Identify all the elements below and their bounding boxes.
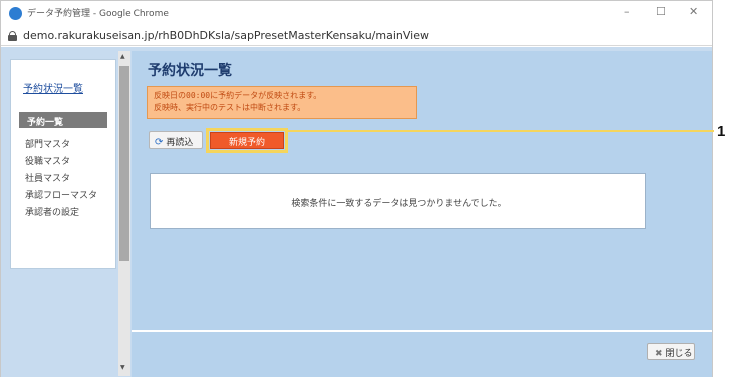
close-button[interactable]: ✖ 閉じる — [647, 343, 695, 360]
sidebar-item-department-master[interactable]: 部門マスタ — [25, 137, 70, 150]
callout-line — [287, 130, 714, 132]
browser-window: データ予約管理 - Google Chrome – ☐ ✕ demo.rakur… — [0, 0, 713, 377]
url-text[interactable]: demo.rakurakuseisan.jp/rhB0DhDKsla/sapPr… — [23, 29, 429, 42]
reload-button-label: 再読込 — [166, 138, 194, 148]
reload-button[interactable]: ⟳ 再読込 — [149, 131, 203, 149]
scroll-up-icon[interactable]: ▲ — [120, 53, 125, 60]
notice-line: 反映日の00:00に予約データが反映されます。 — [154, 91, 322, 100]
title-bar: データ予約管理 - Google Chrome – ☐ ✕ — [1, 1, 712, 26]
close-button-label: 閉じる — [665, 349, 693, 359]
sidebar-section-header: 予約一覧 — [19, 112, 107, 128]
minimize-icon[interactable]: – — [624, 5, 630, 18]
notice-line: 反映時、実行中のテストは中断されます。 — [154, 103, 306, 112]
notice-box: 反映日の00:00に予約データが反映されます。 反映時、実行中のテストは中断され… — [147, 86, 417, 119]
close-window-icon[interactable]: ✕ — [689, 5, 698, 18]
callout-number: 1 — [717, 123, 726, 140]
page-title: 予約状況一覧 — [148, 63, 232, 79]
footer-divider — [132, 330, 712, 332]
sidebar-item-position-master[interactable]: 役職マスタ — [25, 154, 70, 167]
sidebar-link-reservation-status[interactable]: 予約状況一覧 — [23, 80, 83, 95]
window-title: データ予約管理 - Google Chrome — [27, 9, 169, 19]
empty-result-message: 検索条件に一致するデータは見つかりませんでした。 — [291, 199, 507, 209]
sidebar-item-approver-settings[interactable]: 承認者の設定 — [25, 205, 79, 218]
refresh-icon: ⟳ — [155, 137, 164, 148]
close-icon: ✖ — [655, 349, 663, 359]
scroll-down-icon[interactable]: ▼ — [120, 364, 125, 371]
highlight-frame: 新規予約 — [206, 128, 288, 153]
results-panel: 検索条件に一致するデータは見つかりませんでした。 — [150, 173, 646, 229]
sidebar: 予約状況一覧 予約一覧 部門マスタ 役職マスタ 社員マスタ 承認フローマスタ 承… — [10, 59, 116, 269]
sidebar-item-approval-flow-master[interactable]: 承認フローマスタ — [25, 188, 97, 201]
scrollbar-thumb[interactable] — [119, 66, 129, 261]
address-bar[interactable]: demo.rakurakuseisan.jp/rhB0DhDKsla/sapPr… — [1, 26, 712, 46]
maximize-icon[interactable]: ☐ — [656, 5, 666, 18]
main-panel: 予約状況一覧 反映日の00:00に予約データが反映されます。 反映時、実行中のテ… — [132, 51, 712, 377]
new-reservation-button[interactable]: 新規予約 — [210, 132, 284, 149]
lock-icon — [8, 31, 17, 41]
sidebar-item-employee-master[interactable]: 社員マスタ — [25, 171, 70, 184]
app-icon — [9, 7, 22, 20]
sidebar-scrollbar[interactable]: ▲ ▼ — [118, 51, 130, 376]
page-content: 予約状況一覧 予約一覧 部門マスタ 役職マスタ 社員マスタ 承認フローマスタ 承… — [1, 47, 712, 377]
